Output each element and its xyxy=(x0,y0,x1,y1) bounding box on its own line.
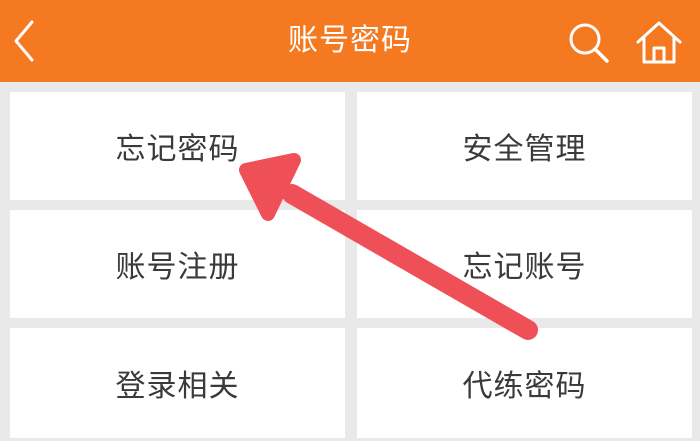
menu-item-account-registration[interactable]: 账号注册 xyxy=(10,210,345,318)
back-chevron-icon[interactable] xyxy=(6,16,42,66)
search-icon[interactable] xyxy=(566,20,612,66)
menu-item-forgot-password[interactable]: 忘记密码 xyxy=(10,92,345,200)
menu-item-label: 账号注册 xyxy=(115,250,240,285)
menu-item-label: 代练密码 xyxy=(462,369,587,404)
menu-item-forgot-account[interactable]: 忘记账号 xyxy=(357,210,692,318)
menu-item-security-management[interactable]: 安全管理 xyxy=(357,92,692,200)
menu-item-login-related[interactable]: 登录相关 xyxy=(10,328,345,438)
menu-item-label: 登录相关 xyxy=(115,369,240,404)
menu-grid: 忘记密码 安全管理 账号注册 忘记账号 登录相关 代练密码 xyxy=(0,82,700,441)
menu-item-boosting-password[interactable]: 代练密码 xyxy=(357,328,692,438)
app-header: 账号密码 xyxy=(0,0,700,82)
menu-item-label: 忘记密码 xyxy=(115,132,240,167)
home-icon[interactable] xyxy=(634,18,684,66)
menu-item-label: 忘记账号 xyxy=(462,250,587,285)
menu-item-label: 安全管理 xyxy=(462,132,587,167)
